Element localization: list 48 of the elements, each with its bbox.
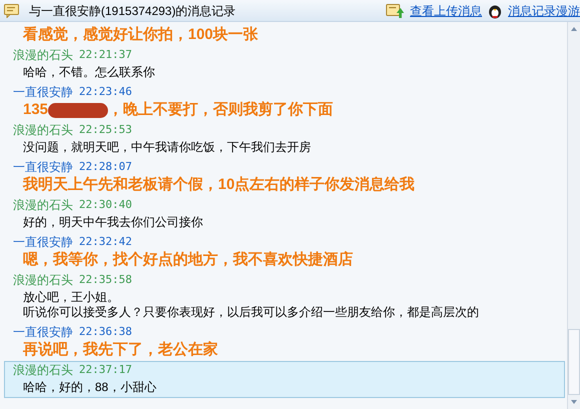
sender-name: 浪漫的石头 xyxy=(13,122,73,139)
message-text: 看感觉，感觉好让你拍，100块一张 xyxy=(23,25,258,45)
window-title: 与一直很安静(1915374293)的消息记录 xyxy=(29,2,236,20)
message[interactable]: 一直很安静 22:23:46 135 ，晚上不要打，否则我剪了你下面 xyxy=(4,83,565,121)
message[interactable]: 浪漫的石头 22:35:58 放心吧，王小姐。 听说你可以接受多人？只要你表现好，以后我可以多介绍一些朋友给你，都是高层次的 xyxy=(4,271,565,323)
message-time: 22:36:38 xyxy=(79,324,132,340)
chat-log-icon xyxy=(4,4,19,18)
message-time: 22:28:07 xyxy=(79,158,132,175)
sender-name: 一直很安静 xyxy=(13,159,73,176)
bird-icon xyxy=(488,2,502,18)
sender-name: 一直很安静 xyxy=(13,234,73,251)
message-text: 135 xyxy=(23,100,48,120)
scrollbar[interactable] xyxy=(567,22,580,409)
toolbar-link[interactable]: 查看上传消息 xyxy=(410,2,482,20)
message-time: 22:30:40 xyxy=(79,196,132,213)
message[interactable]: 一直很安静 22:28:07 我明天上午先和老板请个假，10点左右的样子你发消息给我 xyxy=(4,158,565,196)
toolbar-link[interactable]: 消息记录漫游 xyxy=(508,2,580,20)
message-text: 哈哈，好的，88，小甜心 xyxy=(23,380,156,395)
sender-name: 浪漫的石头 xyxy=(13,47,73,64)
message[interactable]: 浪漫的石头 22:21:37 哈哈，不错。怎么联系你 xyxy=(4,46,565,83)
message-time: 22:21:37 xyxy=(79,46,132,63)
sender-name: 一直很安静 xyxy=(13,84,73,101)
message-time: 22:25:53 xyxy=(79,122,132,138)
sender-name: 浪漫的石头 xyxy=(13,362,73,379)
message-text: 没问题，就明天吧，中午我请你吃饭，下午我们去开房 xyxy=(23,140,311,155)
sender-name: 浪漫的石头 xyxy=(13,272,73,289)
message-text: 再说吧，我先下了，老公在家 xyxy=(23,340,218,360)
message-text: 好的，明天中午我去你们公司接你 xyxy=(23,215,203,230)
redaction-mark xyxy=(48,102,108,118)
message[interactable]: 浪漫的石头 22:30:40 好的，明天中午我去你们公司接你 xyxy=(4,196,565,233)
message-time: 22:32:42 xyxy=(79,234,132,250)
message-text: 嗯，我等你，找个好点的地方，我不喜欢快捷酒店 xyxy=(23,250,353,270)
scroll-thumb[interactable] xyxy=(568,329,580,395)
message-text: 哈哈，不错。怎么联系你 xyxy=(23,65,155,80)
message-text: 我明天上午先和老板请个假，10点左右的样子你发消息给我 xyxy=(23,175,415,195)
message-text: 放心吧，王小姐。 xyxy=(23,290,119,305)
message-text: ，晚上不要打，否则我剪了你下面 xyxy=(108,100,334,120)
message[interactable]: 一直很安静 22:36:38 再说吧，我先下了，老公在家 xyxy=(4,323,565,361)
message-text: 听说你可以接受多人？只要你表现好，以后我可以多介绍一些朋友给你，都是高层次的 xyxy=(23,305,479,320)
message-time: 22:23:46 xyxy=(79,84,132,100)
message[interactable]: 一直很安静 22:32:42 嗯，我等你，找个好点的地方，我不喜欢快捷酒店 xyxy=(4,233,565,271)
sender-name: 一直很安静 xyxy=(13,324,73,341)
upload-icon xyxy=(386,2,404,18)
sender-name: 浪漫的石头 xyxy=(13,197,73,214)
message-time: 22:35:58 xyxy=(79,272,132,288)
message[interactable]: 浪漫的石头 22:25:53 没问题，就明天吧，中午我请你吃饭，下午我们去开房 xyxy=(4,121,565,158)
message-time: 22:37:17 xyxy=(79,362,132,378)
selected-message[interactable]: 浪漫的石头 22:37:17 哈哈，好的，88，小甜心 xyxy=(4,361,565,398)
